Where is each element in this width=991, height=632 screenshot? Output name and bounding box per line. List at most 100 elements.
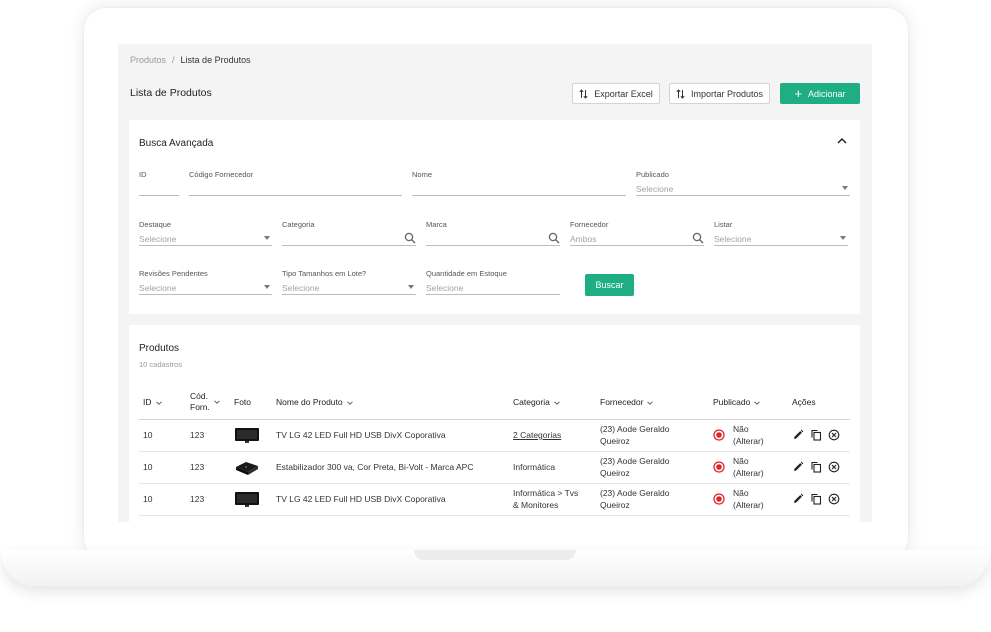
duplicate-icon[interactable] (810, 461, 822, 473)
column-header-label: Categoria (513, 396, 550, 407)
search-icon[interactable] (692, 232, 704, 244)
column-header-name[interactable]: Nome do Produto (272, 385, 509, 420)
breadcrumb-current: Lista de Produtos (180, 55, 251, 65)
cell-product-name[interactable]: Estabilizador 300 va, Cor Preta, Bi-Volt… (272, 451, 509, 484)
import-products-button[interactable]: Importar Produtos (669, 83, 770, 104)
sort-arrows-icon (676, 88, 685, 99)
name-field[interactable]: Nome (412, 170, 626, 196)
table-row: 10 123 TV LG 42 LED Full HD USB DivX Cop… (139, 419, 850, 452)
id-field[interactable]: ID (139, 170, 179, 196)
category-line1: Informática (513, 462, 556, 472)
supplier-label: Fornecedor (570, 220, 609, 229)
category-line2: & Monitores (513, 500, 559, 510)
featured-value: Selecione (139, 234, 177, 244)
unpublished-status-icon (713, 493, 725, 505)
chevron-down-icon (346, 400, 353, 405)
column-header-label: Ações (792, 396, 816, 407)
cell-category (509, 515, 596, 522)
category-link[interactable]: 2 Categorias (513, 429, 592, 441)
column-header-supplier[interactable]: Fornecedor (596, 385, 709, 420)
column-header-label: ID (143, 396, 152, 407)
export-excel-button[interactable]: Exportar Excel (572, 83, 660, 104)
column-header-id[interactable]: ID (139, 385, 186, 420)
list-label: Listar (714, 220, 733, 229)
cell-actions (788, 483, 850, 516)
toggle-published-link[interactable]: Não (Alterar) (733, 423, 764, 447)
cell-product-name[interactable]: TV LG 42 LED Full HD USB DivX Coporativa (272, 483, 509, 516)
cell-photo (230, 515, 272, 522)
column-header-category[interactable]: Categoria (509, 385, 596, 420)
category-label: Categoria (282, 220, 315, 229)
breadcrumb: Produtos / Lista de Produtos (130, 55, 251, 65)
published-change: (Alterar) (733, 436, 764, 446)
table-header-row: ID Cód. Forn. Foto Nome do Produto Catego… (139, 385, 850, 420)
cell-supplier (596, 515, 709, 522)
search-button-label: Buscar (595, 280, 624, 290)
edit-icon[interactable] (792, 461, 804, 473)
column-header-published[interactable]: Publicado (709, 385, 788, 420)
list-select[interactable]: Listar Selecione (714, 220, 848, 246)
brand-field[interactable]: Marca (426, 220, 560, 246)
caret-down-icon (408, 285, 414, 289)
edit-icon[interactable] (792, 493, 804, 505)
supplier-value: Ambos (570, 234, 597, 244)
products-table: ID Cód. Forn. Foto Nome do Produto Catego… (139, 385, 850, 522)
table-row: 10 123 TV LG 42 LED Full HD USB DivX Cop… (139, 483, 850, 516)
search-icon[interactable] (404, 232, 416, 244)
column-header-supplier-code[interactable]: Cód. Forn. (186, 385, 230, 420)
delete-icon[interactable] (828, 461, 840, 473)
page-title: Lista de Produtos (130, 87, 212, 99)
cell-supplier: (23) Aode Geraldo Queiroz (596, 483, 709, 516)
column-header-label: Nome do Produto (276, 396, 343, 407)
supplier-code-field[interactable]: Código Fornecedor (189, 170, 402, 196)
published-value: Selecione (636, 184, 674, 194)
delete-icon[interactable] (828, 429, 840, 441)
products-title: Produtos (139, 343, 180, 354)
id-label: ID (139, 170, 147, 179)
delete-icon[interactable] (828, 493, 840, 505)
add-button[interactable]: + Adicionar (780, 83, 860, 104)
supplier-line1: (23) Aode Geraldo (600, 456, 670, 466)
category-field[interactable]: Categoria (282, 220, 416, 246)
column-header-label: Fornecedor (600, 396, 644, 407)
pending-reviews-select[interactable]: Revisões Pendentes Selecione (139, 269, 272, 295)
toggle-published-link[interactable]: Não (Alterar) (733, 487, 764, 511)
stock-qty-field[interactable]: Quantidade em Estoque Selecione (426, 269, 560, 295)
featured-select[interactable]: Destaque Selecione (139, 220, 272, 246)
cell-id: 10 (139, 483, 186, 516)
cell-supplier: (23) Aode Geraldo Queiroz (596, 419, 709, 452)
chevron-up-icon[interactable] (836, 136, 848, 146)
edit-icon[interactable] (792, 429, 804, 441)
published-select[interactable]: Publicado Selecione (636, 170, 850, 196)
search-icon[interactable] (548, 232, 560, 244)
published-label: Publicado (636, 170, 669, 179)
cell-actions (788, 419, 850, 452)
batch-sizes-select[interactable]: Tipo Tamanhos em Lote? Selecione (282, 269, 416, 295)
chevron-down-icon (647, 400, 654, 405)
table-row: 10 123 Estabilizador 300 va, Cor Preta, … (139, 451, 850, 484)
toggle-published-link[interactable]: Não (Alterar) (733, 455, 764, 479)
cell-supplier: (23) Aode Geraldo Queiroz (596, 451, 709, 484)
search-button[interactable]: Buscar (585, 274, 634, 296)
duplicate-icon[interactable] (810, 493, 822, 505)
advanced-search-card: Busca Avançada ID Código Fornecedor Nome… (129, 120, 860, 314)
caret-down-icon (840, 236, 846, 240)
featured-label: Destaque (139, 220, 172, 229)
laptop-notch (414, 550, 576, 560)
products-count: 10 cadastros (139, 360, 182, 369)
caret-down-icon (842, 186, 848, 190)
cell-actions (788, 515, 850, 522)
unpublished-status-icon (713, 429, 725, 441)
add-label: Adicionar (808, 88, 846, 99)
column-header-label: Cód. (190, 390, 208, 401)
breadcrumb-root[interactable]: Produtos (130, 55, 166, 65)
cell-product-name[interactable]: TV LG 42 LED Full HD USB DivX Coporativa (272, 419, 509, 452)
published-state: Não (733, 488, 749, 498)
category-line1: Informática > Tvs (513, 488, 579, 498)
batch-sizes-value: Selecione (282, 283, 320, 293)
list-value: Selecione (714, 234, 752, 244)
duplicate-icon[interactable] (810, 429, 822, 441)
stabilizer-thumbnail-icon (236, 462, 258, 475)
supplier-field[interactable]: Fornecedor Ambos (570, 220, 704, 246)
cell-code: 123 (186, 419, 230, 452)
